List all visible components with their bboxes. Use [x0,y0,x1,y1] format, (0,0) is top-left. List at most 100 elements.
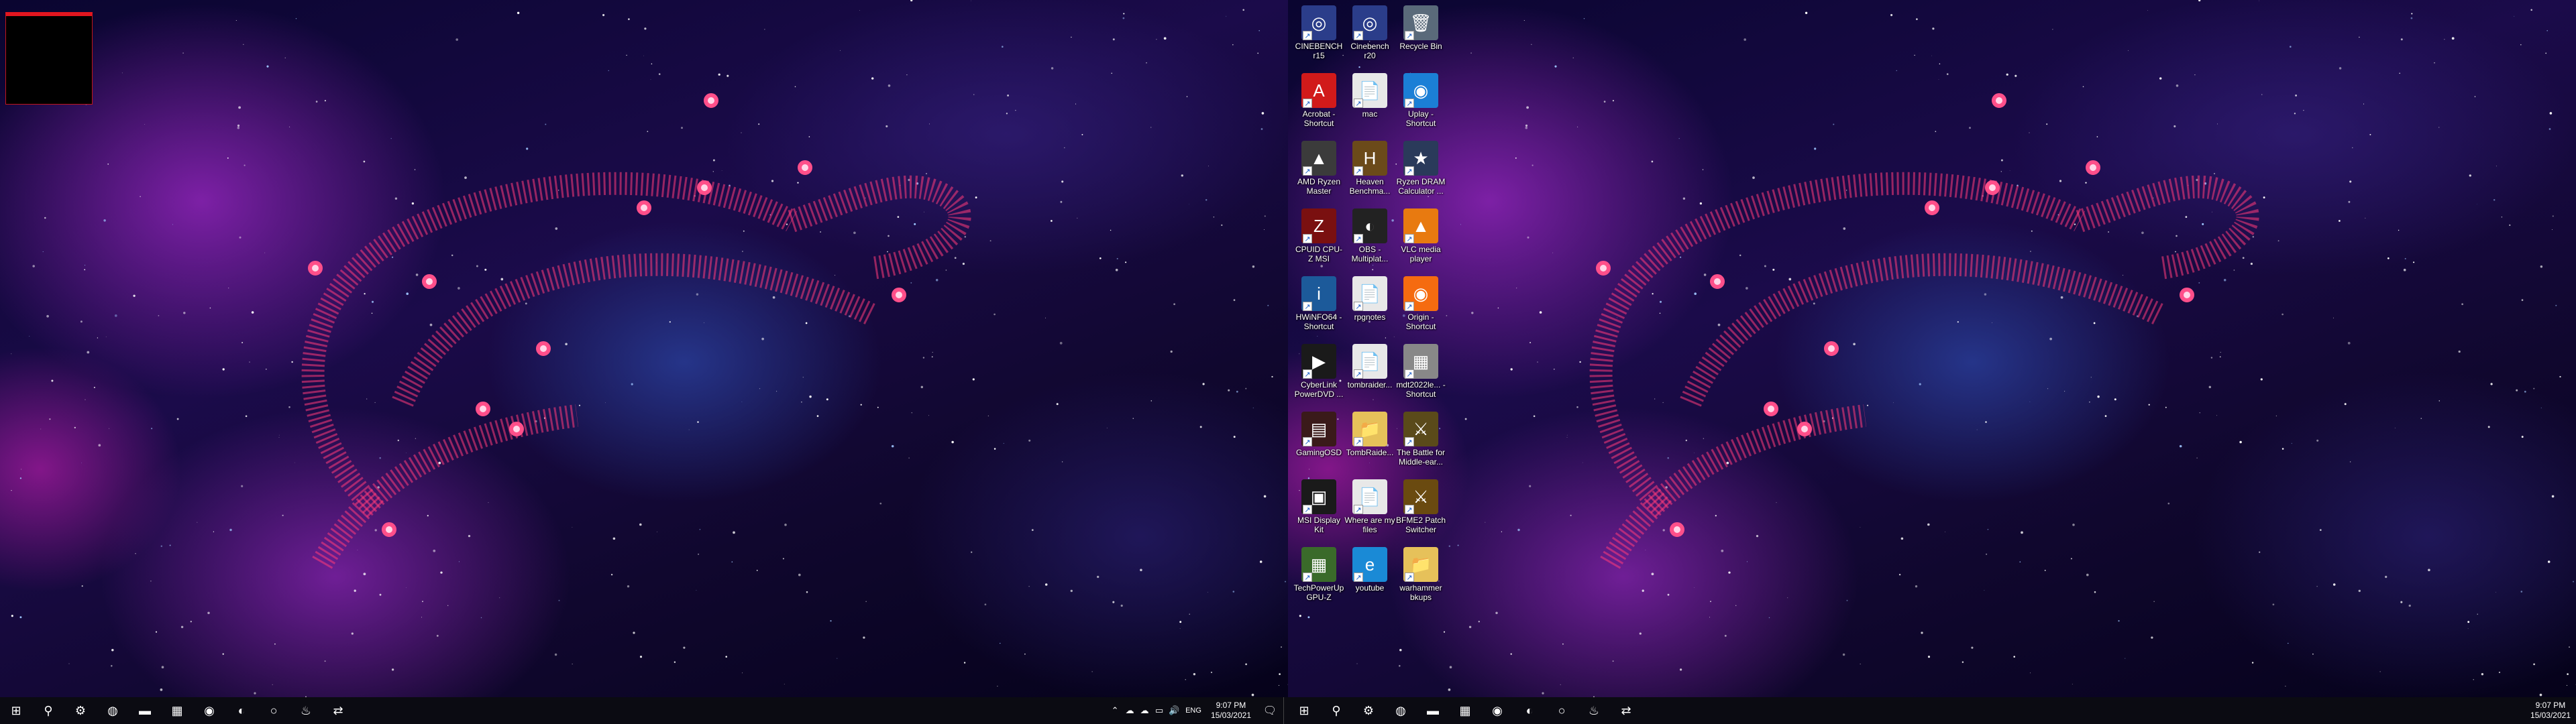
file-explorer-icon[interactable]: ▬ [1417,697,1449,724]
file-explorer-icon[interactable]: ▬ [129,697,161,724]
star [2044,570,2046,571]
desktop-icon[interactable]: ▶ ↗ CyberLink PowerDVD ... [1293,341,1344,408]
desktop-icon[interactable]: A ↗ Acrobat - Shortcut [1293,70,1344,137]
star [1651,572,1654,576]
notification-center-icon[interactable]: 🗨 [1256,704,1283,717]
desktop-icon[interactable]: ▲ ↗ VLC media player [1395,206,1446,273]
search-icon[interactable]: ⚲ [1320,697,1352,724]
star [1746,561,1748,562]
desktop-icon[interactable]: ◉ ↗ Origin - Shortcut [1395,274,1446,341]
obs-taskbar-icon[interactable]: ◐ [225,697,258,724]
star [2070,558,2072,560]
star [2490,383,2493,385]
microsoft-store-icon[interactable]: ▦ [161,697,193,724]
desktop-icon[interactable]: 🗑 ↗ Recycle Bin [1395,3,1446,70]
onedrive-icon[interactable]: ☁ [1122,705,1137,716]
desktop-icon[interactable]: 📄 ↗ tombraider... [1344,341,1395,408]
chevron-up-icon[interactable]: ⌃ [1108,705,1122,716]
steam-icon[interactable]: ♨ [290,697,322,724]
desktop-icon[interactable]: ▤ ↗ GamingOSD [1293,409,1344,476]
desktop-icon[interactable]: ◐ ↗ OBS - Multiplat... [1344,206,1395,273]
settings-gear-icon[interactable]: ⚙ [64,697,97,724]
star [602,13,605,17]
desktop-icon[interactable]: Z ↗ CPUID CPU-Z MSI [1293,206,1344,273]
shortcut-arrow-icon: ↗ [1303,505,1312,514]
windows-start-icon[interactable]: ⊞ [0,697,32,724]
origin-taskbar-icon[interactable]: ◉ [1481,697,1513,724]
star [1264,215,1266,217]
star [794,86,796,88]
star [2031,230,2033,232]
blank-window[interactable] [5,12,93,105]
cortana-icon[interactable]: ○ [1546,697,1578,724]
star [1639,632,1642,635]
star [1914,54,1915,56]
desktop-icon[interactable]: ▲ ↗ AMD Ryzen Master [1293,138,1344,205]
star [1715,515,1717,517]
ryzen-master-icon: ▲ ↗ [1301,141,1336,176]
volume-icon[interactable]: 🔊 [1167,705,1181,716]
star [975,196,977,199]
star [2520,44,2522,46]
star [1860,527,1861,528]
star [2516,389,2518,391]
star [826,398,828,401]
desktop-icon[interactable]: ★ ↗ Ryzen DRAM Calculator ... [1395,138,1446,205]
desktop-icon[interactable]: ◎ ↗ Cinebench r20 [1344,3,1395,70]
star [433,549,436,552]
language-indicator[interactable]: ENG [1185,707,1201,715]
search-icon[interactable]: ⚲ [32,697,64,724]
microsoft-store-icon[interactable]: ▦ [1449,697,1481,724]
star [1028,586,1030,587]
star [612,537,616,540]
cortana-icon[interactable]: ○ [258,697,290,724]
star [1260,128,1263,130]
clock[interactable]: 9:07 PM 15/03/2021 [1211,701,1251,721]
star [2118,620,2120,622]
star [2175,251,2176,253]
network-app-icon[interactable]: ⇄ [322,697,354,724]
star [1932,27,1935,30]
desktop-icon[interactable]: 📁 ↗ TombRaide... [1344,409,1395,476]
desktop-icon[interactable]: 📁 ↗ warhammer bkups [1395,544,1446,611]
desktop-icon[interactable]: ▣ ↗ MSI Display Kit [1293,477,1344,544]
desktop-icon[interactable]: 📄 ↗ mac [1344,70,1395,137]
star [315,101,318,103]
desktop-icon[interactable]: 📄 ↗ Where are my files [1344,477,1395,544]
clock[interactable]: 9:07 PM 15/03/2021 [2530,701,2571,721]
star [2086,573,2089,577]
star [1051,67,1054,70]
star [1232,44,1234,46]
star [1756,534,1759,538]
patch-switcher-icon: ⚔ ↗ [1403,479,1438,514]
network-app-icon[interactable]: ⇄ [1610,697,1642,724]
star [914,223,916,225]
desktop-icon[interactable]: ⚔ ↗ BFME2 Patch Switcher [1395,477,1446,544]
desktop-icon[interactable]: ▦ ↗ mdt2022le... - Shortcut [1395,341,1446,408]
cloud-icon[interactable]: ☁ [1137,705,1152,716]
desktop-icon[interactable]: H ↗ Heaven Benchma... [1344,138,1395,205]
star [1776,502,1777,503]
star [458,287,460,290]
star [2400,38,2403,41]
steam-icon[interactable]: ♨ [1578,697,1610,724]
desktop-icon[interactable]: ⚔ ↗ The Battle for Middle-ear... [1395,409,1446,476]
show-desktop-button[interactable] [1283,697,1288,724]
desktop-icon[interactable]: e ↗ youtube [1344,544,1395,611]
desktop-icon[interactable]: ▦ ↗ TechPowerUp GPU-Z [1293,544,1344,611]
desktop-icon[interactable]: 📄 ↗ rpgnotes [1344,274,1395,341]
obs-taskbar-icon[interactable]: ◐ [1513,697,1546,724]
desktop-icon[interactable]: i ↗ HWiNFO64 - Shortcut [1293,274,1344,341]
network-icon[interactable]: ▭ [1152,705,1167,716]
star [227,157,229,159]
glowing-star [892,288,906,302]
desktop-icon[interactable]: ◉ ↗ Uplay - Shortcut [1395,70,1446,137]
settings-gear-icon[interactable]: ⚙ [1352,697,1385,724]
windows-start-icon[interactable]: ⊞ [1288,697,1320,724]
edge-browser-icon[interactable]: ◍ [1385,697,1417,724]
origin-taskbar-icon[interactable]: ◉ [193,697,225,724]
edge-browser-icon[interactable]: ◍ [97,697,129,724]
star [87,351,90,354]
star [1120,604,1123,607]
desktop-icon[interactable]: ◎ ↗ CINEBENCH r15 [1293,3,1344,70]
